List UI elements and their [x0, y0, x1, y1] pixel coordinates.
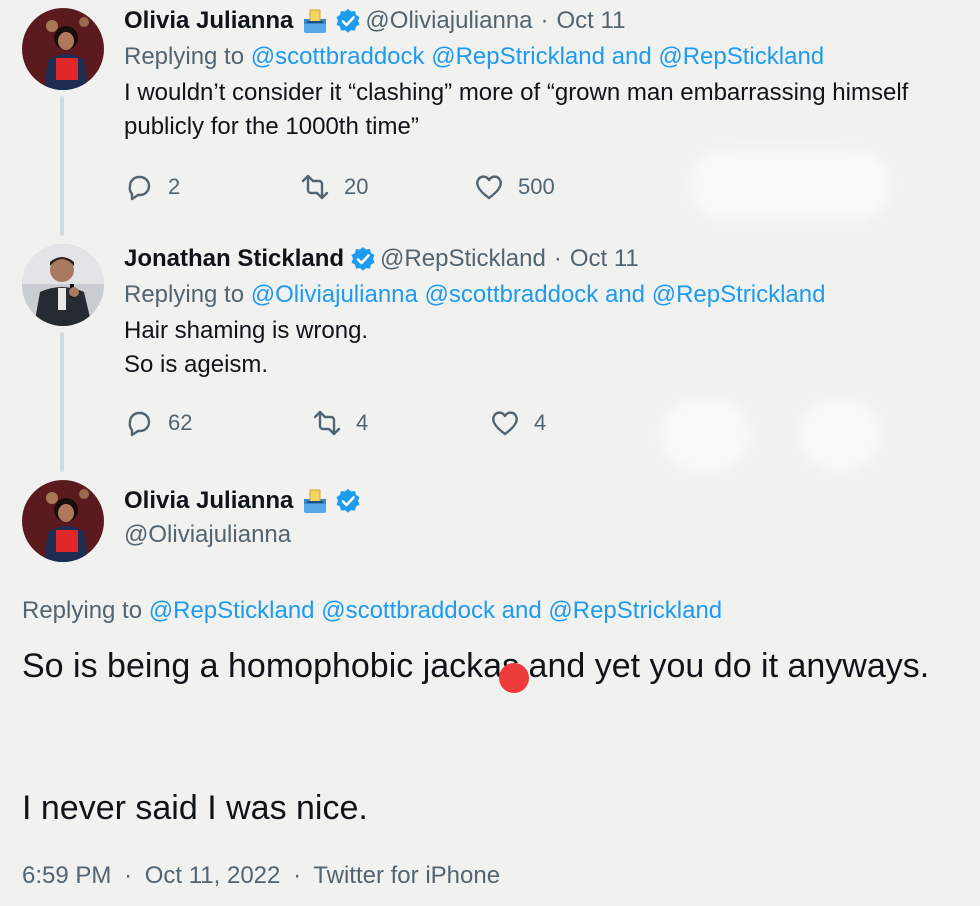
- mention-link[interactable]: @RepStickland: [658, 43, 824, 70]
- mention-link[interactable]: @scottbraddock: [251, 43, 425, 70]
- mention-link[interactable]: @RepStrickland: [431, 43, 605, 70]
- heart-icon: [476, 175, 502, 200]
- display-name[interactable]: Jonathan Stickland: [124, 244, 344, 274]
- verified-badge-icon: [350, 246, 376, 272]
- tweet-1[interactable]: Olivia Julianna @Oliviajulianna · Oct 11: [0, 0, 980, 230]
- reply-button[interactable]: 62: [124, 408, 192, 438]
- verified-badge-icon: [335, 488, 361, 514]
- replying-to-label: Replying to: [22, 597, 143, 624]
- reply-icon: [128, 175, 151, 201]
- tweet-2[interactable]: Jonathan Stickland @RepStickland · Oct 1…: [0, 238, 980, 468]
- retweet-button[interactable]: 4: [312, 408, 368, 438]
- and-connector[interactable]: and: [605, 281, 645, 308]
- retweet-icon: [313, 410, 341, 436]
- and-connector[interactable]: and: [502, 597, 542, 624]
- like-count: 4: [534, 410, 547, 435]
- replying-to: Replying to @scottbraddock @RepStricklan…: [124, 42, 972, 72]
- and-connector[interactable]: and: [612, 43, 652, 70]
- mention-link[interactable]: @scottbraddock: [425, 281, 599, 308]
- ballot-box-emoji-icon: [301, 487, 329, 515]
- tweet-text-line: So is ageism.: [124, 351, 269, 378]
- red-redaction-dot: [499, 663, 530, 693]
- avatar[interactable]: [22, 8, 104, 90]
- handle[interactable]: @Oliviajulianna: [365, 6, 532, 36]
- main-tweet: Olivia Julianna @Oliviajulianna Replying…: [0, 470, 980, 906]
- replying-to-label: Replying to: [124, 43, 245, 70]
- like-count: 500: [518, 174, 555, 199]
- retweet-count: 4: [356, 410, 369, 435]
- replying-to-label: Replying to: [124, 281, 245, 308]
- verified-badge-icon: [335, 8, 361, 34]
- tweet-text-line: Hair shaming is wrong.: [124, 317, 369, 344]
- like-button[interactable]: 500: [474, 172, 555, 202]
- avatar[interactable]: [22, 244, 104, 326]
- post-date[interactable]: Oct 11, 2022: [145, 862, 281, 889]
- mention-link[interactable]: @Oliviajulianna: [251, 281, 418, 308]
- avatar[interactable]: [22, 480, 104, 562]
- retweet-button[interactable]: 20: [300, 172, 368, 202]
- source-app[interactable]: Twitter for iPhone: [313, 862, 500, 889]
- mention-link[interactable]: @RepStickland: [149, 597, 315, 624]
- tweet-meta: 6:59 PM · Oct 11, 2022 · Twitter for iPh…: [22, 862, 500, 890]
- retweet-count: 20: [344, 174, 369, 199]
- tweet-text: Hair shaming is wrong. So is ageism.: [124, 314, 972, 382]
- replying-to: Replying to @Oliviajulianna @scottbraddo…: [124, 280, 972, 310]
- tweet-text-second: I never said I was nice.: [22, 789, 368, 827]
- handle[interactable]: @RepStickland: [380, 244, 546, 274]
- handle[interactable]: @Oliviajulianna: [124, 520, 972, 550]
- tweet-text-part: So is being a homophobic jackas: [22, 647, 520, 685]
- reply-count: 62: [168, 410, 193, 435]
- separator-dot: ·: [553, 245, 562, 272]
- tweet-text-part: and yet you do it anyways.: [519, 647, 930, 685]
- mention-link[interactable]: @RepStrickland: [548, 597, 722, 624]
- reply-count: 2: [168, 174, 181, 199]
- like-button[interactable]: 4: [490, 408, 546, 438]
- timestamp[interactable]: Oct 11: [557, 6, 626, 36]
- separator-dot: ·: [293, 862, 302, 889]
- tweet-text: I wouldn’t consider it “clashing” more o…: [124, 79, 909, 140]
- timestamp[interactable]: Oct 11: [570, 244, 639, 274]
- separator-dot: ·: [124, 862, 133, 889]
- post-time[interactable]: 6:59 PM: [22, 862, 111, 889]
- display-name[interactable]: Olivia Julianna: [124, 486, 293, 516]
- retweet-icon: [301, 174, 329, 200]
- reply-button[interactable]: 2: [124, 172, 180, 202]
- reply-icon: [128, 411, 151, 437]
- mention-link[interactable]: @RepStrickland: [652, 281, 826, 308]
- tweet-text: So is being a homophobic jackas and yet …: [22, 644, 970, 693]
- heart-icon: [492, 411, 518, 436]
- mention-link[interactable]: @scottbraddock: [321, 597, 495, 624]
- replying-to: Replying to @RepStickland @scottbraddock…: [22, 596, 722, 626]
- display-name[interactable]: Olivia Julianna: [124, 6, 293, 36]
- ballot-box-emoji-icon: [301, 7, 329, 35]
- separator-dot: ·: [540, 7, 549, 34]
